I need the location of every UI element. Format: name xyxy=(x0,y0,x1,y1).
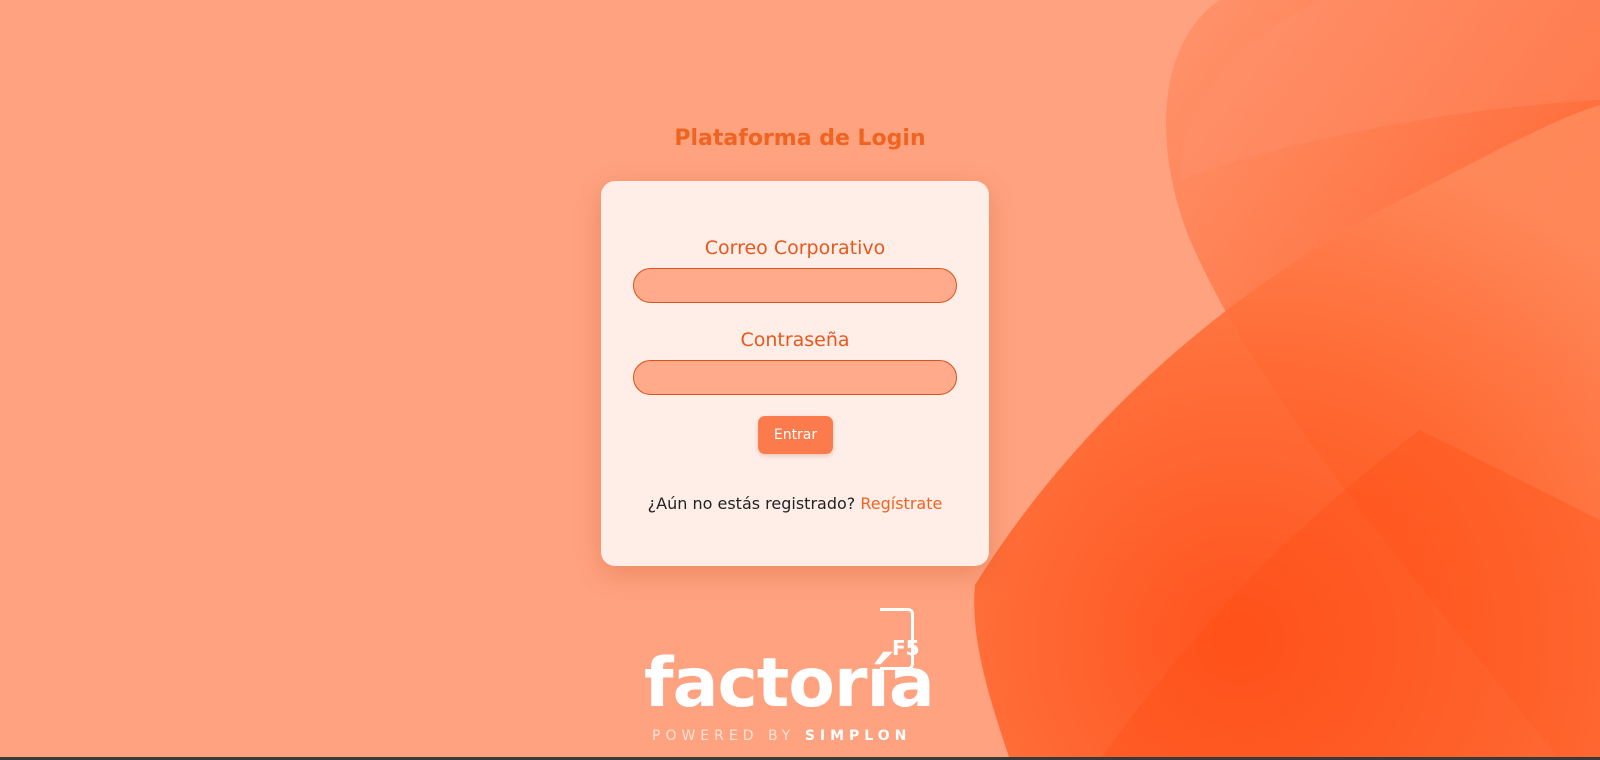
logo-tagline-prefix: POWERED BY xyxy=(652,728,796,744)
logo-tagline-brand: SIMPLON xyxy=(804,728,912,744)
page-title: Plataforma de Login xyxy=(674,126,926,151)
login-card: Correo Corporativo Contraseña Entrar ¿Aú… xyxy=(601,181,989,566)
logo-name: factoría xyxy=(644,644,935,723)
password-input[interactable] xyxy=(633,360,957,395)
factoria-logo: F5 factoría POWERED BY SIMPLON xyxy=(640,604,940,754)
register-link[interactable]: Regístrate xyxy=(860,494,942,513)
logo-tagline: POWERED BY SIMPLON xyxy=(652,728,911,744)
register-prompt: ¿Aún no estás registrado? xyxy=(647,494,856,513)
email-label: Correo Corporativo xyxy=(704,237,886,259)
register-prompt-line: ¿Aún no estás registrado? Regístrate xyxy=(601,494,989,513)
email-input[interactable] xyxy=(633,268,957,303)
password-label: Contraseña xyxy=(740,329,850,351)
submit-button[interactable]: Entrar xyxy=(758,416,833,454)
